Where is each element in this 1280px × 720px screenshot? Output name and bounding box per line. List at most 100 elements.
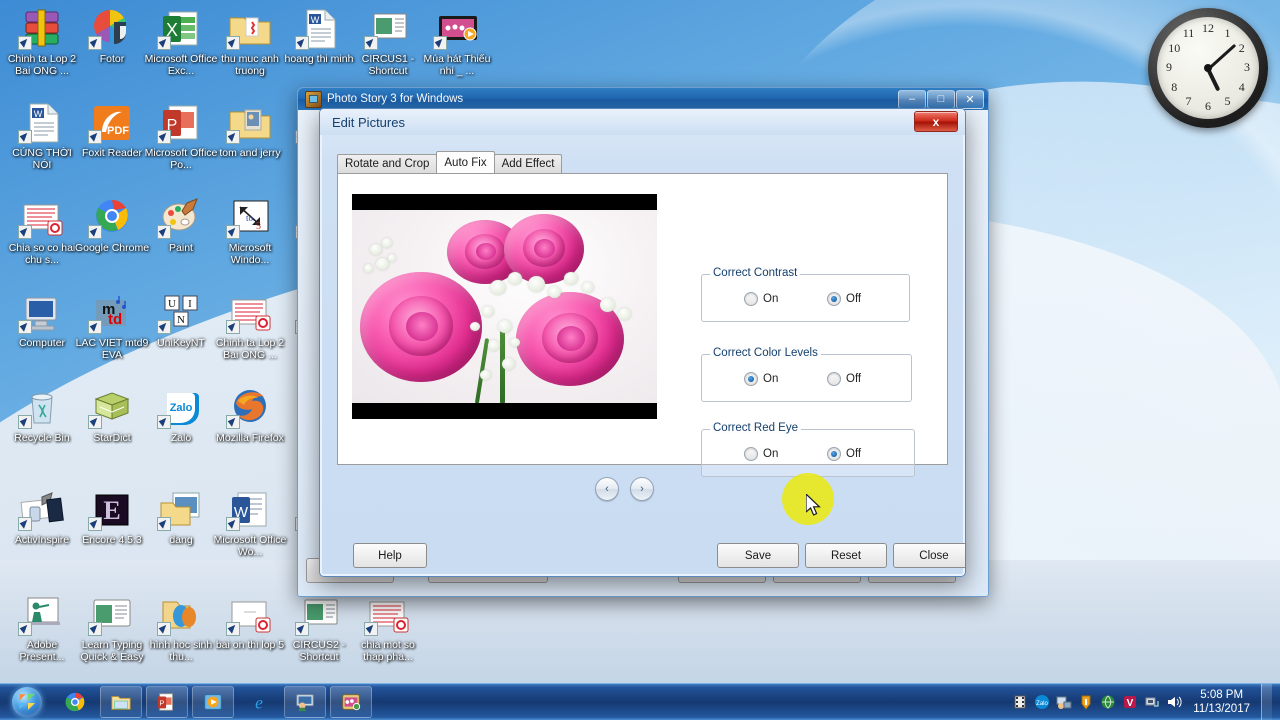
desktop-icon[interactable]: chia mot so thap pha...	[350, 592, 426, 663]
reset-button[interactable]: Reset	[805, 543, 887, 568]
desktop-icon[interactable]: Recycle Bin	[4, 385, 80, 445]
desktop-icon[interactable]: Chinh ta Lop 2 Bai ONG ...	[4, 6, 80, 77]
desktop-icon[interactable]: E Encore 4.5.3	[74, 487, 150, 547]
taskbar-item-photo-story[interactable]	[330, 686, 372, 718]
desktop-icon[interactable]: ActivInspire	[4, 487, 80, 547]
minimize-button[interactable]: –	[898, 89, 926, 109]
desktop-icon[interactable]: Google Chrome	[74, 195, 150, 255]
radio-on[interactable]: On	[744, 292, 778, 306]
desktop-icon[interactable]: X Microsoft Office Exc...	[143, 6, 219, 77]
close-button[interactable]: ✕	[956, 89, 984, 109]
mouse-cursor	[806, 494, 821, 516]
svg-text:to: to	[246, 213, 254, 223]
edit-pictures-dialog[interactable]: Edit Pictures x Rotate and Crop Auto Fix A…	[319, 108, 966, 577]
desktop-icon[interactable]: W Microsoft Office Wo...	[212, 487, 288, 558]
radio-indicator-icon	[744, 372, 758, 386]
close-button[interactable]: Close	[893, 543, 965, 568]
radio-on[interactable]: On	[744, 447, 778, 461]
radio-off[interactable]: Off	[827, 372, 861, 386]
taskbar-item-explorer[interactable]	[100, 686, 142, 718]
zalo-icon[interactable]: Zalo	[1034, 694, 1050, 710]
idm-icon[interactable]	[1078, 694, 1094, 710]
idm-globe-icon[interactable]	[1100, 694, 1116, 710]
desktop-icon[interactable]: Learn Typing Quick & Easy	[74, 592, 150, 663]
desktop-icon[interactable]: bai on thi lop 5	[212, 592, 288, 652]
tray-clock[interactable]: 5:08 PM 11/13/2017	[1189, 688, 1250, 716]
unikey-v-icon[interactable]: V	[1122, 694, 1138, 710]
radio-label: Off	[846, 373, 862, 385]
desktop-icon[interactable]: to 5 Microsoft Windo...	[212, 195, 288, 266]
desktop-icon[interactable]: Múa hát Thiếu nhi _ ...	[419, 6, 495, 77]
radio-off[interactable]: Off	[827, 292, 861, 306]
clock-face: 12 1 2 3 4 5 6 7 8 9 10 11	[1157, 17, 1259, 119]
desktop-icon[interactable]: thu muc anh truong	[212, 6, 288, 77]
app-icon	[305, 90, 322, 108]
desktop-icon[interactable]: tom and jerry	[212, 100, 288, 160]
desktop-icon[interactable]: CIRCUS2 - Shortcut	[281, 592, 357, 663]
desktop-icon[interactable]: CIRCUS1 - Shortcut	[350, 6, 426, 77]
desktop-icon-label: Chinh ta Lop 2 Bai ONG ...	[7, 53, 77, 77]
desktop-icon[interactable]: Fotor	[74, 6, 150, 66]
tab-rotate-and-crop[interactable]: Rotate and Crop	[337, 154, 438, 173]
taskbar-item-powerpoint[interactable]: P	[146, 686, 188, 718]
desktop-icon[interactable]: Chia so co hai chu s...	[4, 195, 80, 266]
dialog-title-bar[interactable]: Edit Pictures x	[320, 109, 965, 135]
picture-preview[interactable]	[352, 194, 657, 419]
taskbar-item-remote-desktop[interactable]	[284, 686, 326, 718]
desktop-icon-label: Múa hát Thiếu nhi _ ...	[423, 53, 491, 77]
desktop-icon[interactable]: PDF Foxit Reader	[74, 100, 150, 160]
desktop-icon[interactable]: Computer	[4, 290, 80, 350]
start-button[interactable]	[2, 685, 52, 719]
desktop-icon[interactable]: m td LAC VIET mtd9 EVA	[74, 290, 150, 361]
tab-auto-fix[interactable]: Auto Fix	[436, 151, 495, 173]
shortcut-overlay-icon	[226, 415, 240, 429]
shortcut-overlay-icon	[18, 225, 32, 239]
film-icon[interactable]	[1012, 694, 1028, 710]
tray-date: 11/13/2017	[1193, 703, 1250, 715]
babys-breath	[498, 320, 512, 333]
previous-picture-button[interactable]: ‹	[595, 477, 619, 501]
radio-on[interactable]: On	[744, 372, 778, 386]
save-button[interactable]: Save	[717, 543, 799, 568]
desktop-icon[interactable]: StarDict	[74, 385, 150, 445]
desktop-icon-label: CÚNG THỜI NÓI	[12, 147, 72, 171]
group-title: Correct Red Eye	[710, 422, 802, 434]
window-title-bar[interactable]: Photo Story 3 for Windows – □ ✕	[298, 88, 988, 110]
help-button[interactable]: Help	[353, 543, 427, 568]
taskbar-item-media-player[interactable]	[192, 686, 234, 718]
clock-center-pin	[1204, 64, 1212, 72]
volume-icon[interactable]	[1166, 694, 1182, 710]
group-title: Correct Contrast	[710, 267, 801, 279]
radio-indicator-icon	[744, 292, 758, 306]
svg-text:U: U	[168, 298, 176, 310]
desktop-icon[interactable]: Adobe Present...	[4, 592, 80, 663]
lacviet-icon: m td	[88, 290, 136, 336]
clock-gadget[interactable]: 12 1 2 3 4 5 6 7 8 9 10 11	[1148, 8, 1268, 128]
desktop-icon[interactable]: P Microsoft Office Po...	[143, 100, 219, 171]
taskbar-item-internet-explorer[interactable]: e	[238, 686, 280, 718]
desktop-icon[interactable]: dang	[143, 487, 219, 547]
desktop-icon[interactable]: hình hoc sinh thu...	[143, 592, 219, 663]
teamviewer-icon[interactable]	[1056, 694, 1072, 710]
desktop-icon[interactable]: Chinh ta Lop 2 Bai ONG ...	[212, 290, 288, 361]
document-icon: W	[18, 100, 66, 146]
shortcut-overlay-icon	[18, 622, 32, 636]
desktop-icon-label: hình hoc sinh thu...	[149, 639, 213, 663]
maximize-button[interactable]: □	[927, 89, 955, 109]
desktop-icon[interactable]: W hoang thi minh	[281, 6, 357, 66]
radio-off[interactable]: Off	[827, 447, 861, 461]
taskbar-item-chrome[interactable]	[54, 686, 96, 718]
desktop-icon[interactable]: W CÚNG THỜI NÓI	[4, 100, 80, 171]
desktop-icon[interactable]: Paint	[143, 195, 219, 255]
desktop-icon[interactable]: U I N UniKeyNT	[143, 290, 219, 350]
desktop-icon[interactable]: Zalo Zalo	[143, 385, 219, 445]
desktop-icon[interactable]: Mozilla Firefox	[212, 385, 288, 445]
desktop-icon-label: Foxit Reader	[81, 147, 143, 159]
babys-breath	[370, 244, 382, 255]
network-icon[interactable]	[1144, 694, 1160, 710]
show-desktop-button[interactable]	[1261, 684, 1272, 720]
clock-numeral: 12	[1202, 21, 1214, 35]
dialog-close-button[interactable]: x	[914, 111, 958, 132]
tab-add-effect[interactable]: Add Effect	[493, 154, 563, 173]
next-picture-button[interactable]: ›	[630, 477, 654, 501]
